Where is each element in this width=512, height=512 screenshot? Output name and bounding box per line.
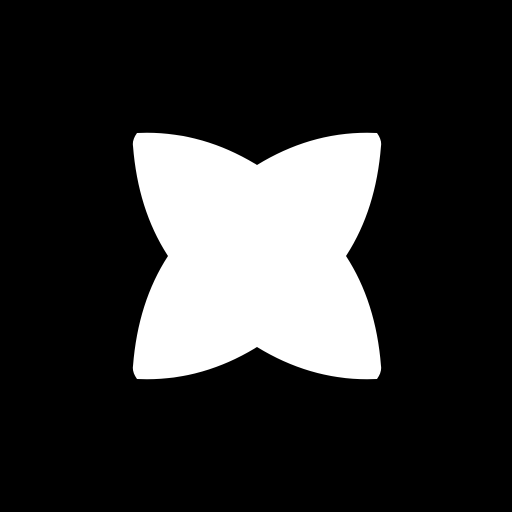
four-point-star-icon xyxy=(0,0,512,512)
star-shape xyxy=(132,132,382,380)
star-svg xyxy=(132,132,382,380)
icon-canvas xyxy=(0,0,512,512)
